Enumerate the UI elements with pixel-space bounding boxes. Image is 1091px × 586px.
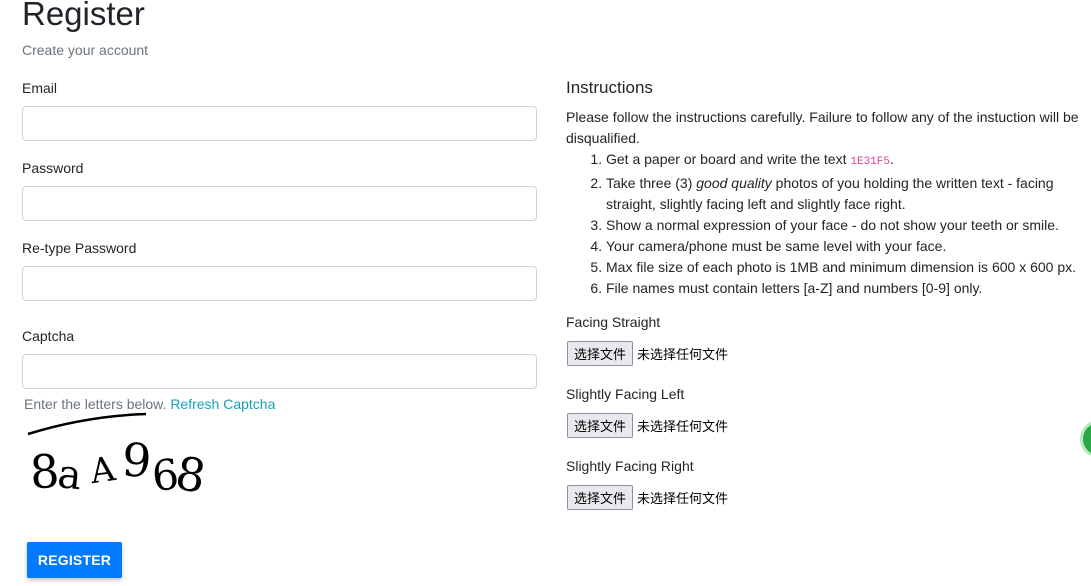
captcha-noise-line xyxy=(27,412,147,436)
facing-left-label: Slightly Facing Left xyxy=(566,386,685,402)
captcha-label: Captcha xyxy=(22,328,75,344)
captcha-char: 8 xyxy=(172,446,206,504)
page-title: Register xyxy=(22,0,145,32)
verification-code: 1E31F5 xyxy=(850,156,890,168)
captcha-char: a xyxy=(55,451,84,499)
captcha-image: 8a A 968 xyxy=(27,412,206,504)
instructions-intro: Please follow the instructions carefully… xyxy=(566,109,1079,146)
password-label: Password xyxy=(22,160,84,176)
floating-action-badge[interactable] xyxy=(1080,420,1091,458)
email-label: Email xyxy=(22,80,58,96)
facing-left-upload: 选择文件 未选择任何文件 xyxy=(567,413,728,438)
facing-straight-upload: 选择文件 未选择任何文件 xyxy=(567,341,728,366)
retype-password-label: Re-type Password xyxy=(22,240,137,256)
email-field[interactable] xyxy=(22,106,537,141)
instruction-item: File names must contain letters [a-Z] an… xyxy=(606,278,1091,299)
facing-straight-label: Facing Straight xyxy=(566,314,661,330)
facing-right-label: Slightly Facing Right xyxy=(566,458,694,474)
instructions-title: Instructions xyxy=(566,78,653,97)
password-field[interactable] xyxy=(22,186,537,221)
instruction-item: Max file size of each photo is 1MB and m… xyxy=(606,257,1091,278)
choose-file-button[interactable]: 选择文件 xyxy=(567,485,634,510)
choose-file-button[interactable]: 选择文件 xyxy=(567,341,634,366)
captcha-char: A xyxy=(87,449,118,492)
instruction-item: Take three (3) good quality photos of yo… xyxy=(606,173,1091,215)
file-status: 未选择任何文件 xyxy=(637,348,729,363)
instructions-list: Get a paper or board and write the text … xyxy=(566,149,1091,299)
captcha-glyphs: 8a A 968 xyxy=(28,432,206,504)
captcha-field[interactable] xyxy=(22,354,537,389)
instruction-item: Your camera/phone must be same level wit… xyxy=(606,236,1091,257)
instruction-item: Get a paper or board and write the text … xyxy=(606,149,1091,173)
instruction-item: Show a normal expression of your face - … xyxy=(606,215,1091,236)
facing-right-upload: 选择文件 未选择任何文件 xyxy=(567,485,728,510)
retype-password-field[interactable] xyxy=(22,266,537,301)
register-button[interactable]: REGISTER xyxy=(27,542,122,578)
file-status: 未选择任何文件 xyxy=(637,420,729,435)
captcha-char: 9 xyxy=(120,432,153,488)
file-status: 未选择任何文件 xyxy=(637,492,729,507)
page-subtitle: Create your account xyxy=(22,42,149,58)
choose-file-button[interactable]: 选择文件 xyxy=(567,413,634,438)
